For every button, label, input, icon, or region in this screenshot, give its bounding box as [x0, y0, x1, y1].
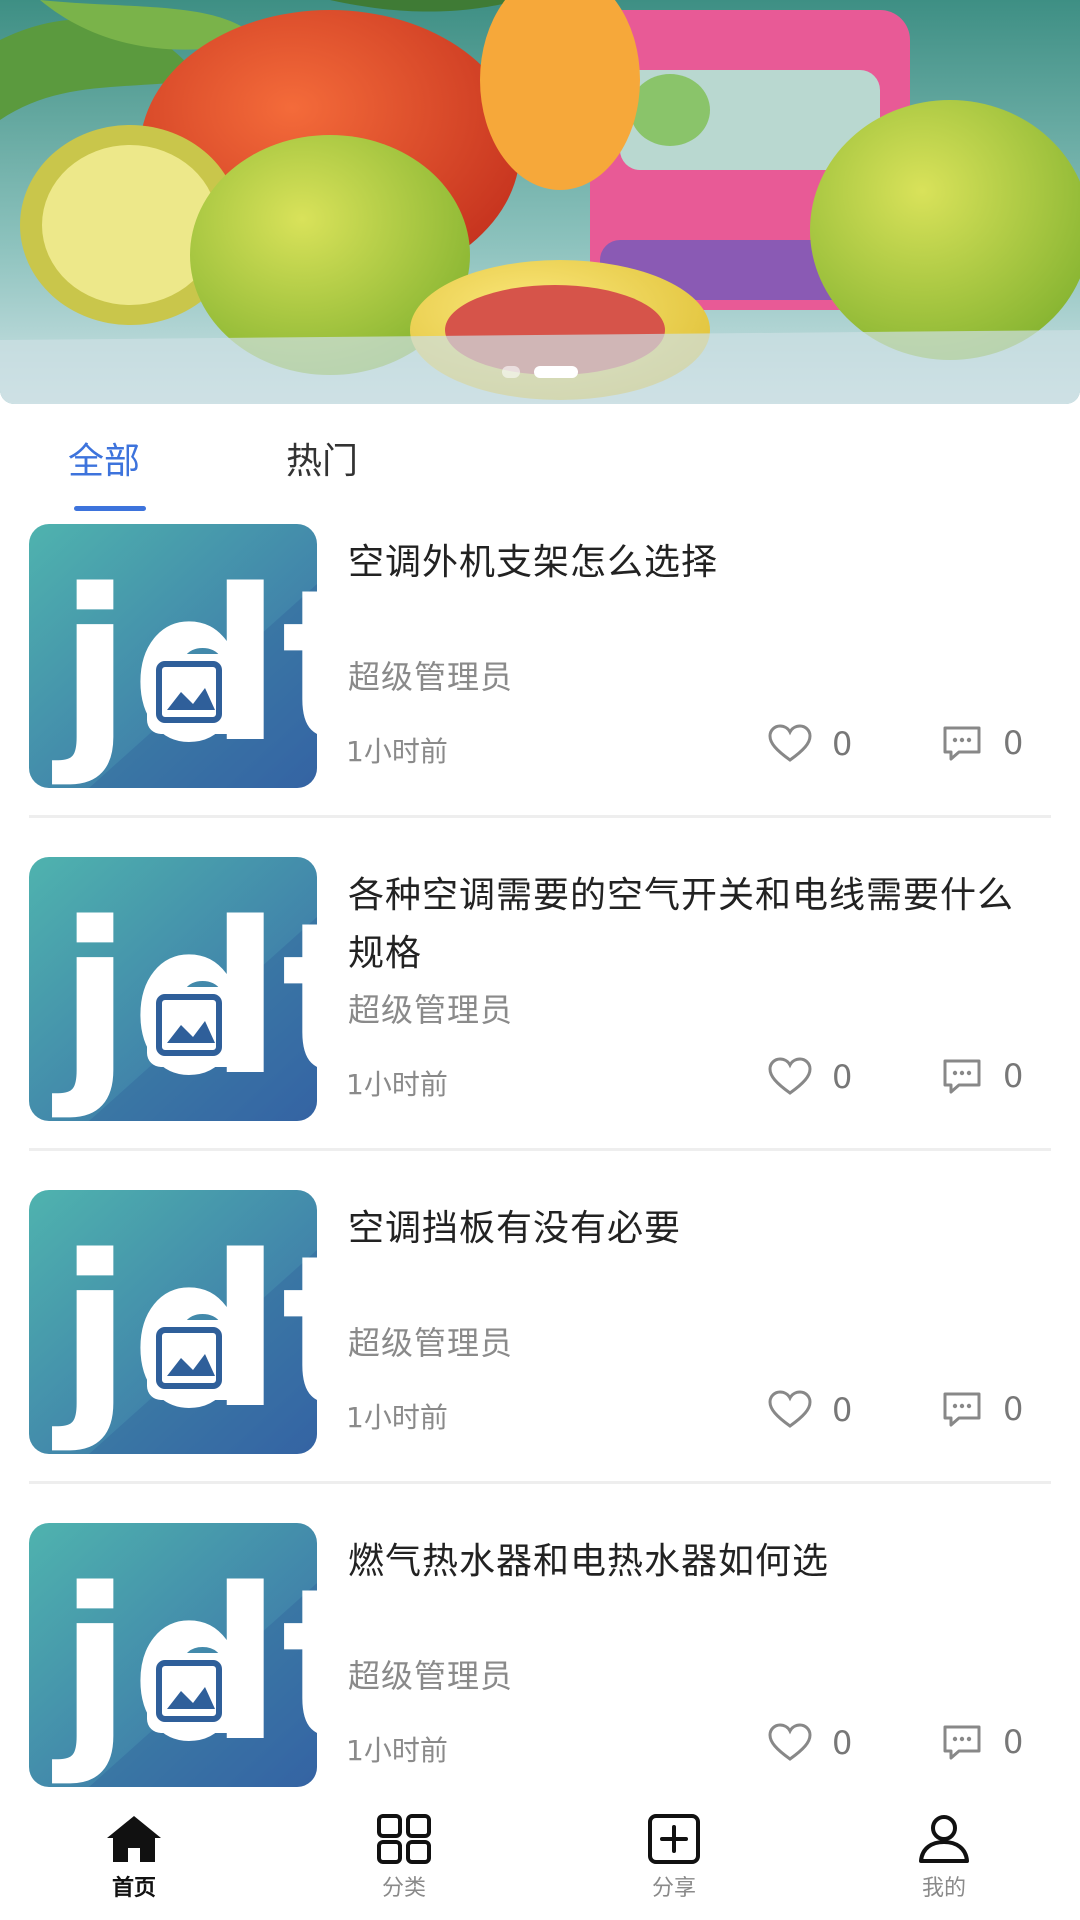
- comment-stat[interactable]: 0: [941, 724, 1023, 762]
- nav-share[interactable]: 分享: [614, 1814, 734, 1902]
- like-stat[interactable]: 0: [768, 1723, 852, 1763]
- heart-icon: [768, 1723, 812, 1761]
- article-thumbnail: jdt: [29, 1523, 317, 1787]
- article-author: 超级管理员: [348, 1657, 514, 1695]
- article-time: 1小时前: [346, 1734, 448, 1767]
- article-author: 超级管理员: [348, 658, 514, 696]
- comment-icon: [943, 1725, 981, 1760]
- carousel-dot[interactable]: [502, 366, 520, 378]
- tab-active-indicator: [74, 506, 146, 511]
- nav-label: 分享: [651, 1876, 696, 1901]
- like-stat[interactable]: 0: [768, 724, 852, 764]
- like-count: 0: [832, 1724, 853, 1762]
- user-icon: [919, 1815, 969, 1863]
- article-title[interactable]: 空调外机支架怎么选择: [348, 534, 1038, 592]
- article-thumbnail: jdt: [29, 857, 317, 1121]
- add-square-icon: [648, 1814, 700, 1864]
- article-item[interactable]: jdt 燃气热水器和电热水器如何选 超级管理员 1小时前 0 0: [0, 1515, 1080, 1848]
- comment-stat[interactable]: 0: [941, 1057, 1023, 1095]
- tab-hot[interactable]: 热门: [286, 432, 358, 484]
- article-item[interactable]: jdt 空调外机支架怎么选择 超级管理员 1小时前 0 0: [0, 516, 1080, 849]
- article-time: 1小时前: [346, 1401, 448, 1434]
- like-stat[interactable]: 0: [768, 1390, 852, 1430]
- carousel-indicator: [0, 366, 1080, 378]
- like-stat[interactable]: 0: [768, 1057, 852, 1097]
- nav-label: 我的: [921, 1876, 966, 1901]
- category-tabs: 全部 热门: [0, 404, 1080, 514]
- article-author: 超级管理员: [348, 1324, 514, 1362]
- article-title[interactable]: 燃气热水器和电热水器如何选: [348, 1533, 1038, 1591]
- nav-mine[interactable]: 我的: [884, 1814, 1004, 1902]
- article-thumbnail: jdt: [29, 1190, 317, 1454]
- home-icon: [107, 1816, 161, 1862]
- comment-count: 0: [1003, 724, 1024, 762]
- tab-all[interactable]: 全部: [68, 432, 140, 484]
- article-title[interactable]: 空调挡板有没有必要: [348, 1200, 1038, 1258]
- nav-label: 分类: [381, 1876, 426, 1901]
- comment-icon: [943, 1059, 981, 1094]
- article-title[interactable]: 各种空调需要的空气开关和电线需要什么规格: [348, 867, 1038, 983]
- bottom-nav: 首页 分类 分享 我的: [0, 1800, 1080, 1920]
- comment-count: 0: [1003, 1390, 1024, 1428]
- heart-icon: [768, 1390, 812, 1428]
- like-count: 0: [832, 725, 853, 763]
- divider: [29, 1148, 1051, 1151]
- comment-stat[interactable]: 0: [941, 1723, 1023, 1761]
- nav-category[interactable]: 分类: [344, 1814, 464, 1902]
- comment-count: 0: [1003, 1723, 1024, 1761]
- like-count: 0: [832, 1391, 853, 1429]
- comment-icon: [943, 726, 981, 761]
- carousel-dot-active[interactable]: [534, 366, 578, 378]
- article-list: jdt 空调外机支架怎么选择 超级管理员 1小时前 0 0: [0, 516, 1080, 1848]
- heart-icon: [768, 1057, 812, 1095]
- divider: [29, 815, 1051, 818]
- article-item[interactable]: jdt 空调挡板有没有必要 超级管理员 1小时前 0 0: [0, 1182, 1080, 1515]
- article-author: 超级管理员: [348, 991, 514, 1029]
- like-count: 0: [832, 1058, 853, 1096]
- banner-image: [0, 0, 1080, 404]
- article-thumbnail: jdt: [29, 524, 317, 788]
- comment-count: 0: [1003, 1057, 1024, 1095]
- divider: [29, 1481, 1051, 1484]
- article-time: 1小时前: [346, 1068, 448, 1101]
- nav-label: 首页: [111, 1876, 156, 1901]
- comment-stat[interactable]: 0: [941, 1390, 1023, 1428]
- article-time: 1小时前: [346, 735, 448, 768]
- comment-icon: [943, 1392, 981, 1427]
- article-item[interactable]: jdt 各种空调需要的空气开关和电线需要什么规格 超级管理员 1小时前 0 0: [0, 849, 1080, 1182]
- grid-icon: [377, 1814, 431, 1864]
- heart-icon: [768, 724, 812, 762]
- banner-carousel[interactable]: [0, 0, 1080, 404]
- nav-home[interactable]: 首页: [74, 1814, 194, 1902]
